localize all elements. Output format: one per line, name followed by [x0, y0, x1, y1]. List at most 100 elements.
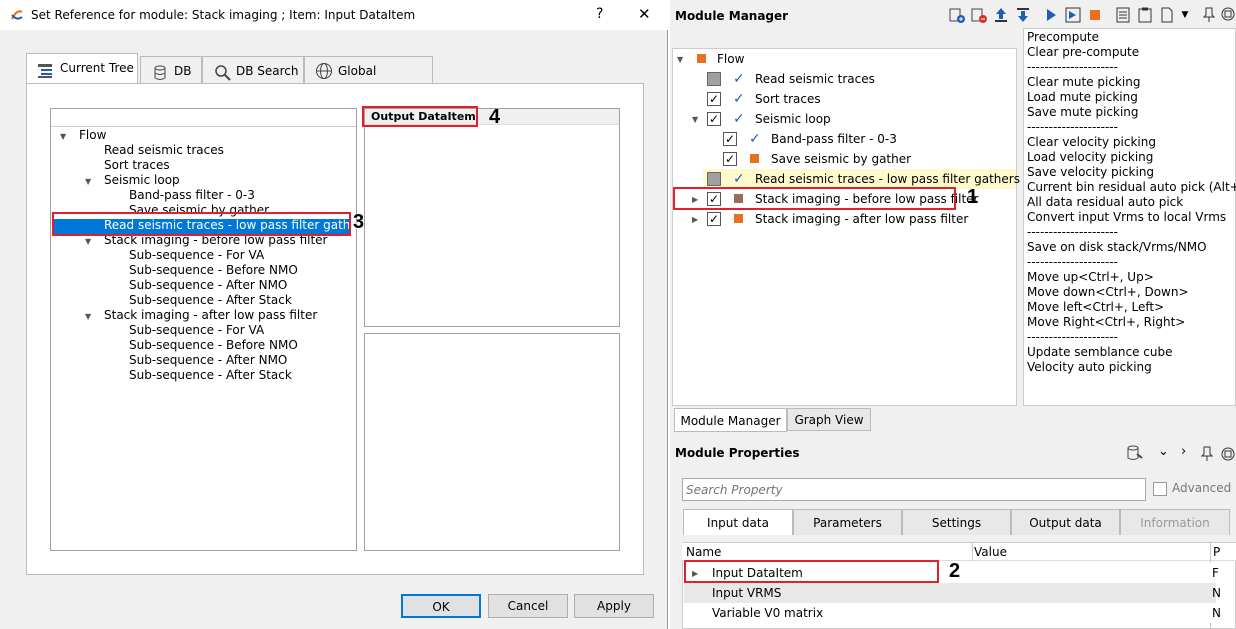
menu-item[interactable]: Current bin residual auto pick (Alt+a)	[1027, 180, 1236, 195]
module-label[interactable]: Sort traces	[755, 89, 821, 109]
menu-item[interactable]: Clear mute picking	[1027, 75, 1140, 90]
tree-item[interactable]: Flow	[79, 128, 106, 143]
pin-icon[interactable]	[1201, 7, 1217, 23]
advanced-label: Advanced	[1172, 481, 1232, 495]
properties-float-icon[interactable]	[1221, 447, 1235, 464]
advanced-checkbox[interactable]	[1153, 482, 1167, 496]
output-panel	[364, 108, 620, 327]
menu-item[interactable]: Save velocity picking	[1027, 165, 1154, 180]
tab-information[interactable]: Information	[1120, 509, 1230, 535]
module-properties-title: Module Properties	[675, 446, 800, 460]
tree-expander-icon[interactable]: ▼	[85, 177, 91, 186]
module-expander-icon[interactable]: ▶	[692, 215, 698, 224]
module-enable-checkbox[interactable]	[707, 72, 721, 86]
dropdown-arrow-icon[interactable]: ▼	[1177, 7, 1193, 23]
tree-item[interactable]: Sub-sequence - For VA	[129, 323, 264, 338]
tree-item[interactable]: Sub-sequence - After Stack	[129, 293, 292, 308]
tree-expander-icon[interactable]: ▼	[85, 237, 91, 246]
menu-item[interactable]: Save mute picking	[1027, 105, 1139, 120]
tab-parameters[interactable]: Parameters	[793, 509, 902, 535]
menu-item[interactable]: Move up<Ctrl+, Up>	[1027, 270, 1154, 285]
menu-item[interactable]: Velocity auto picking	[1027, 360, 1152, 375]
tree-item[interactable]: Sub-sequence - Before NMO	[129, 338, 298, 353]
module-enable-checkbox[interactable]: ✓	[707, 92, 721, 106]
log-icon[interactable]	[1115, 7, 1131, 23]
tree-icon	[37, 61, 53, 78]
flow-expander-icon[interactable]: ▼	[677, 55, 683, 64]
next-icon[interactable]: ›	[1181, 444, 1186, 459]
module-enable-checkbox[interactable]	[707, 172, 721, 186]
move-up-icon[interactable]	[993, 7, 1009, 23]
tree-item[interactable]: Sub-sequence - Before NMO	[129, 263, 298, 278]
step-run-icon[interactable]	[1065, 7, 1081, 23]
menu-item[interactable]: Load mute picking	[1027, 90, 1138, 105]
menu-item[interactable]: Move Right<Ctrl+, Right>	[1027, 315, 1185, 330]
flow-status-icon	[697, 54, 706, 63]
module-expander-icon[interactable]: ▼	[692, 115, 698, 124]
module-label[interactable]: Save seismic by gather	[771, 149, 911, 169]
tree-item[interactable]: Seismic loop	[104, 173, 180, 188]
property-name: Input VRMS	[712, 586, 782, 600]
tree-item[interactable]: Sub-sequence - After NMO	[129, 278, 287, 293]
run-icon[interactable]	[1043, 7, 1059, 23]
tab-db[interactable]: DB	[140, 56, 202, 84]
tab-graph-view[interactable]: Graph View	[787, 408, 871, 431]
cancel-button[interactable]: Cancel	[488, 594, 568, 618]
help-button[interactable]: ?	[596, 6, 603, 22]
tab-module-manager[interactable]: Module Manager	[674, 408, 787, 432]
search-property-input[interactable]	[682, 478, 1146, 501]
properties-pin-icon[interactable]	[1200, 446, 1214, 465]
properties-db-icon[interactable]	[1126, 445, 1144, 464]
module-enable-checkbox[interactable]: ✓	[707, 212, 721, 226]
module-enable-checkbox[interactable]: ✓	[723, 152, 737, 166]
tree-expander-icon[interactable]: ▼	[60, 132, 66, 141]
add-module-icon[interactable]	[949, 7, 965, 23]
tree-item[interactable]: Sort traces	[104, 158, 170, 173]
tab-current-tree[interactable]: Current Tree	[26, 53, 138, 84]
reference-dialog: Set Reference for module: Stack imaging …	[0, 0, 668, 629]
module-enable-checkbox[interactable]: ✓	[723, 132, 737, 146]
module-enable-checkbox[interactable]: ✓	[707, 112, 721, 126]
tree-item[interactable]: Sub-sequence - For VA	[129, 248, 264, 263]
document-icon[interactable]	[1159, 7, 1175, 23]
menu-item[interactable]: Precompute	[1027, 30, 1099, 45]
collapse-down-icon[interactable]: ⌄	[1158, 444, 1169, 459]
module-label[interactable]: Read seismic traces - low pass filter ga…	[755, 169, 1020, 189]
apply-button[interactable]: Apply	[574, 594, 654, 618]
annotation-number-3: 3	[353, 211, 365, 233]
tree-item[interactable]: Sub-sequence - After Stack	[129, 368, 292, 383]
close-button[interactable]: ✕	[638, 5, 651, 23]
ok-button[interactable]: OK	[401, 594, 481, 618]
module-label[interactable]: Stack imaging - after low pass filter	[755, 209, 968, 229]
tab-input-data[interactable]: Input data	[683, 509, 793, 535]
menu-item[interactable]: Move left<Ctrl+, Left>	[1027, 300, 1164, 315]
clipboard-icon[interactable]	[1137, 7, 1153, 23]
remove-module-icon[interactable]	[971, 7, 987, 23]
tree-item[interactable]: Sub-sequence - After NMO	[129, 353, 287, 368]
menu-item[interactable]: Save on disk stack/Vrms/NMO	[1027, 240, 1207, 255]
menu-item[interactable]: Clear velocity picking	[1027, 135, 1156, 150]
tab-db-search[interactable]: DB Search	[202, 56, 304, 84]
module-label[interactable]: Read seismic traces	[755, 69, 875, 89]
module-label[interactable]: Seismic loop	[755, 109, 831, 129]
tab-settings[interactable]: Settings	[902, 509, 1011, 535]
stop-icon[interactable]	[1087, 7, 1103, 23]
move-down-icon[interactable]	[1015, 7, 1031, 23]
menu-item[interactable]: Update semblance cube	[1027, 345, 1173, 360]
tree-item[interactable]: Band-pass filter - 0-3	[129, 188, 255, 203]
tab-label: Current Tree	[60, 61, 134, 75]
menu-item[interactable]: Load velocity picking	[1027, 150, 1153, 165]
module-label[interactable]: Band-pass filter - 0-3	[771, 129, 897, 149]
menu-item[interactable]: Clear pre-compute	[1027, 45, 1139, 60]
column-value: Value	[974, 545, 1007, 559]
flow-root-label[interactable]: Flow	[717, 49, 744, 69]
menu-item[interactable]: Move down<Ctrl+, Down>	[1027, 285, 1189, 300]
menu-item[interactable]: All data residual auto pick	[1027, 195, 1183, 210]
tree-item[interactable]: Stack imaging - after low pass filter	[104, 308, 317, 323]
tab-output-data[interactable]: Output data	[1011, 509, 1120, 535]
menu-item[interactable]: Convert input Vrms to local Vrms	[1027, 210, 1226, 225]
tree-item[interactable]: Read seismic traces	[104, 143, 224, 158]
tab-global-variables[interactable]: Global Variables	[304, 56, 433, 106]
float-icon[interactable]	[1220, 7, 1236, 23]
tree-expander-icon[interactable]: ▼	[85, 312, 91, 321]
